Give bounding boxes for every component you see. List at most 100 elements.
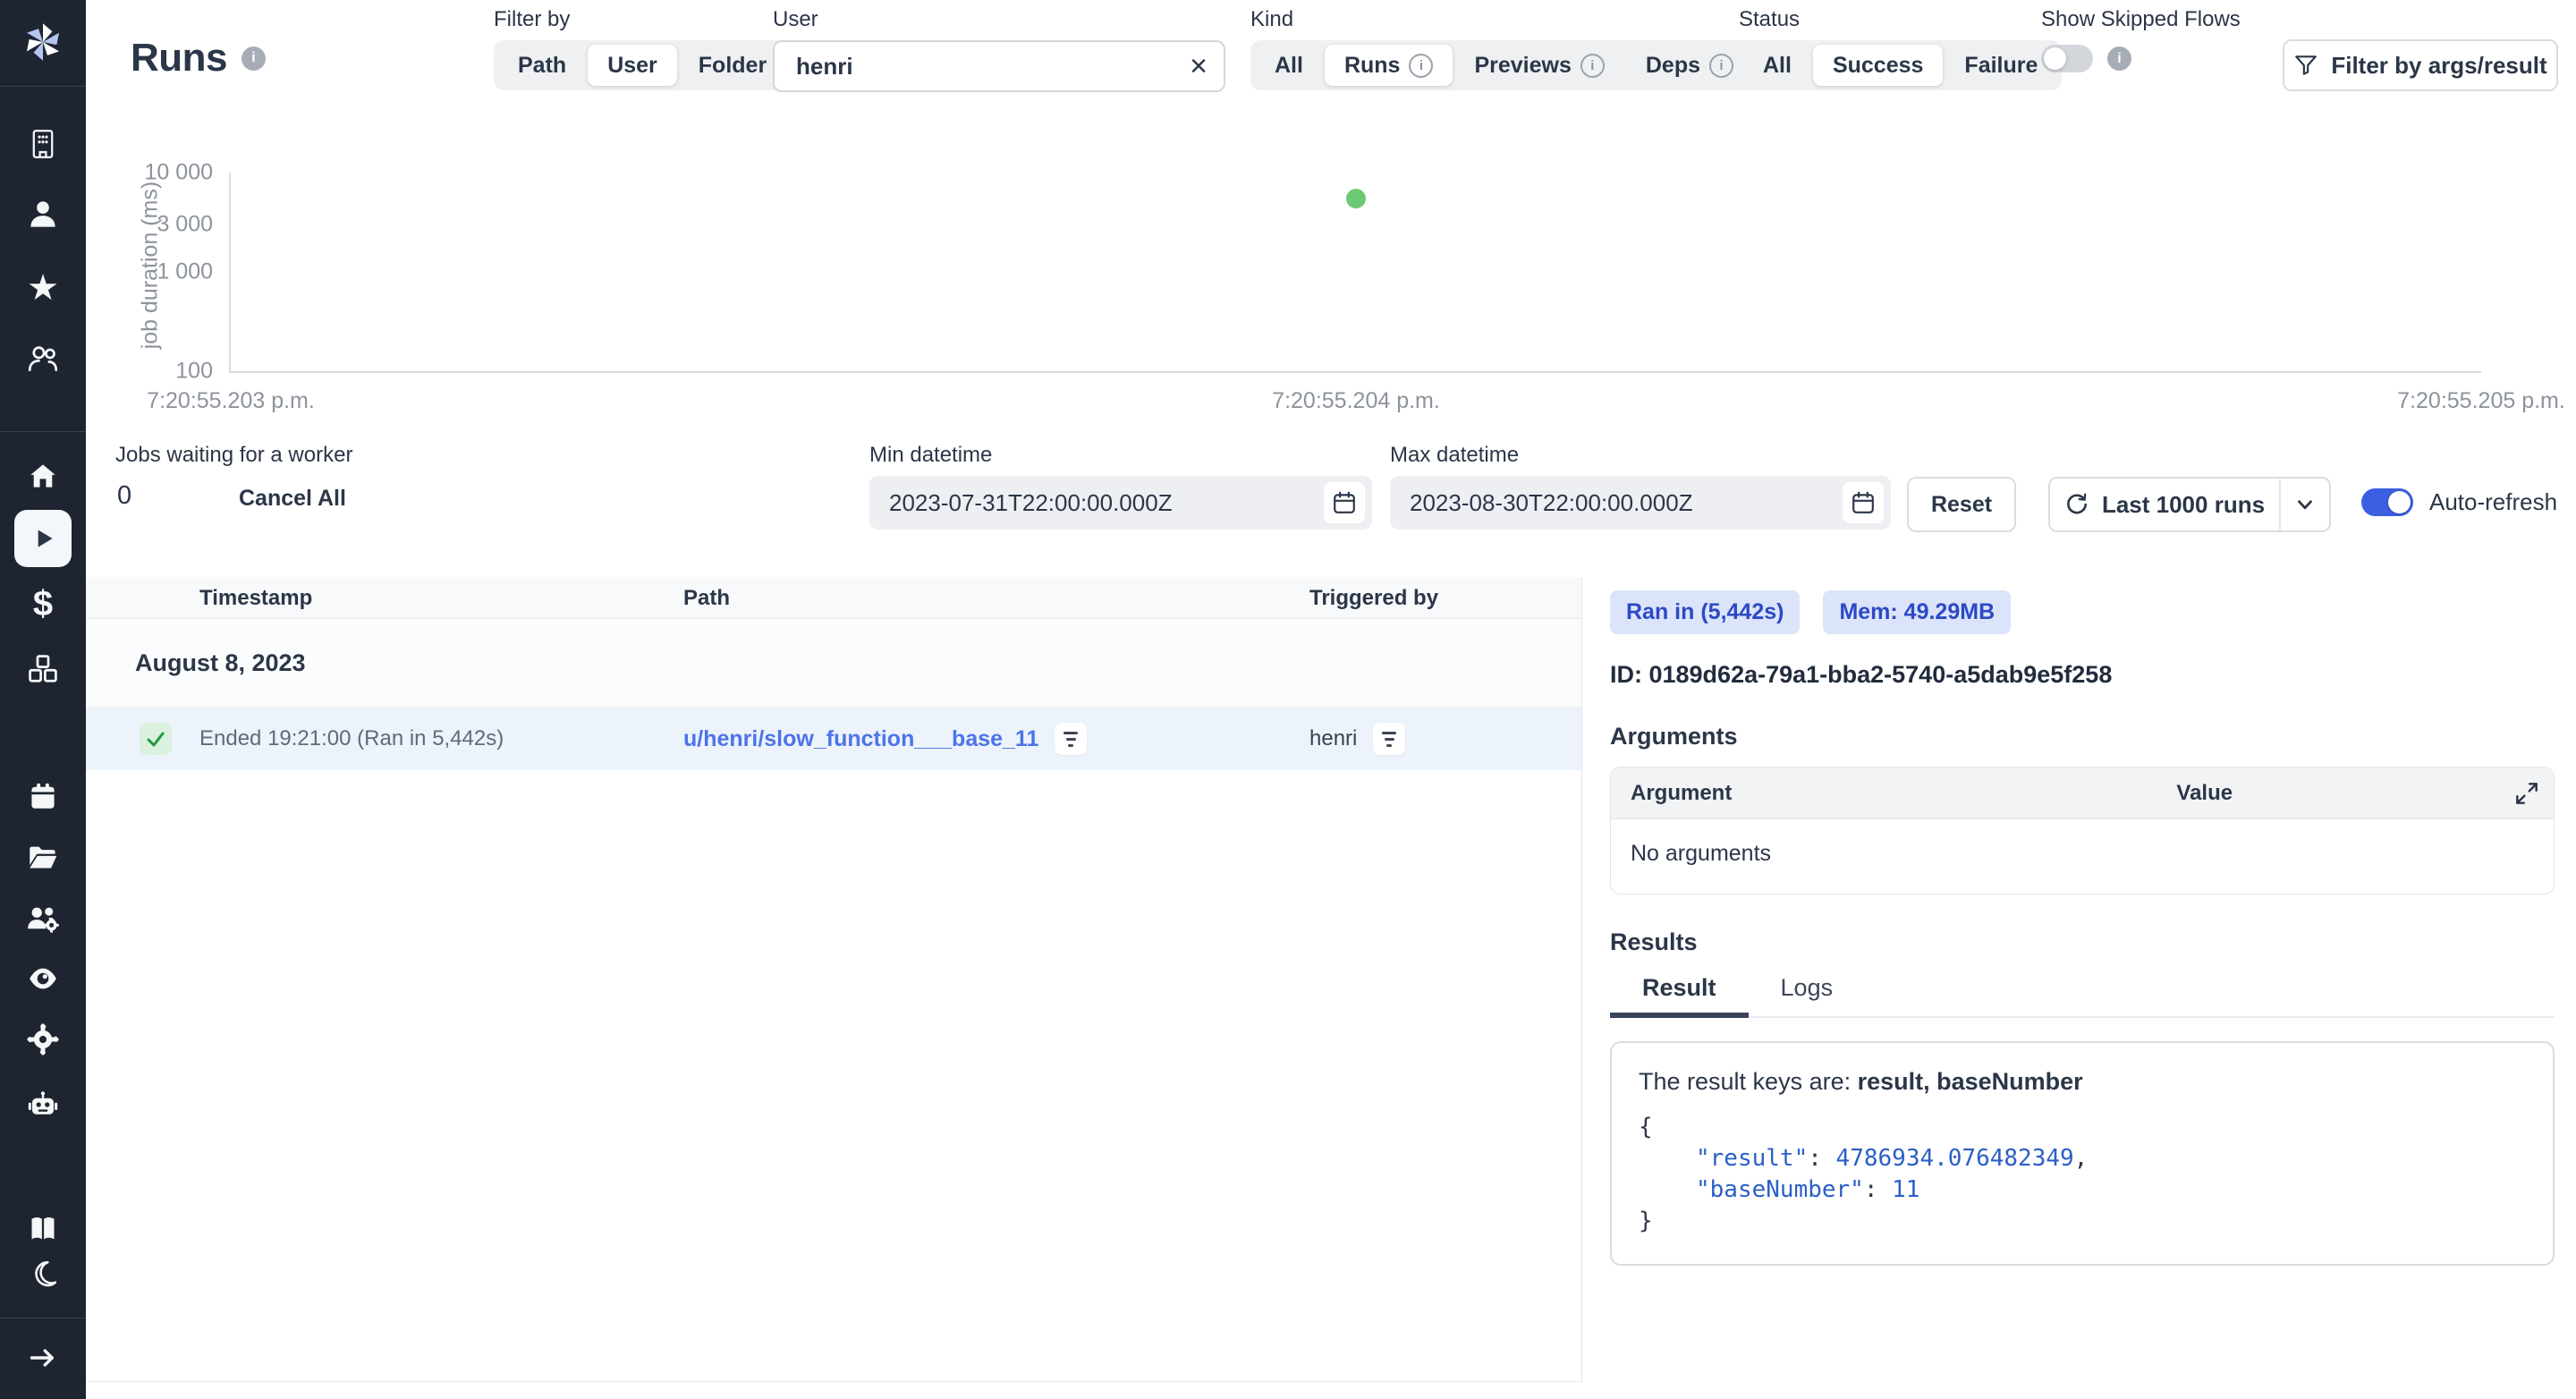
page-title: Runs i bbox=[131, 36, 266, 81]
sidebar-item-settings[interactable] bbox=[0, 1022, 86, 1057]
kind-runs-button[interactable]: Runs i bbox=[1325, 45, 1453, 86]
filter-by-path-icon[interactable] bbox=[1055, 723, 1087, 755]
chart-point[interactable] bbox=[1346, 189, 1366, 208]
kind-group: Kind All Runs i Previews i Deps i bbox=[1250, 7, 1758, 90]
page-title-text: Runs bbox=[131, 36, 227, 81]
sidebar-item-groups[interactable] bbox=[0, 342, 86, 374]
sidebar-item-workers[interactable] bbox=[0, 902, 86, 936]
memory-badge: Mem: 49.29MB bbox=[1823, 590, 2011, 634]
auto-refresh-toggle[interactable] bbox=[2361, 488, 2413, 516]
show-skipped-toggle[interactable] bbox=[2041, 45, 2093, 72]
sidebar-item-theme[interactable] bbox=[0, 1258, 86, 1290]
status-all-button[interactable]: All bbox=[1743, 45, 1811, 86]
results-title: Results bbox=[1610, 928, 2555, 956]
chart-plot-area[interactable]: 10 000 3 000 1 000 100 7:20:55.203 p.m. … bbox=[229, 173, 2481, 373]
min-datetime-group: Min datetime 2023-07-31T22:00:00.000Z bbox=[869, 443, 1372, 530]
sidebar-collapse-button[interactable] bbox=[0, 1340, 86, 1376]
sidebar-item-audit[interactable] bbox=[0, 962, 86, 995]
max-datetime-input[interactable]: 2023-08-30T22:00:00.000Z bbox=[1390, 476, 1891, 530]
run-path-link[interactable]: u/henri/slow_function___base_11 bbox=[683, 726, 1038, 752]
play-icon bbox=[28, 523, 58, 554]
filter-by-group: Filter by Path User Folder bbox=[494, 7, 791, 90]
arrow-right-icon bbox=[28, 1344, 58, 1371]
windmill-logo-icon[interactable] bbox=[0, 16, 86, 68]
status-label: Status bbox=[1739, 7, 2062, 32]
reset-button[interactable]: Reset bbox=[1907, 477, 2016, 532]
kind-deps-label: Deps bbox=[1646, 53, 1700, 79]
runs-duration-chart: job duration (ms) 10 000 3 000 1 000 100… bbox=[86, 154, 2576, 422]
user-label: User bbox=[773, 7, 1225, 32]
user-icon bbox=[29, 199, 57, 230]
jobs-waiting-label: Jobs waiting for a worker bbox=[115, 443, 352, 468]
json-key: "baseNumber" bbox=[1696, 1176, 1864, 1203]
tab-logs[interactable]: Logs bbox=[1749, 974, 1866, 1016]
kind-all-button[interactable]: All bbox=[1255, 45, 1323, 86]
chevron-down-icon bbox=[2292, 492, 2318, 517]
last-runs-menu-button[interactable] bbox=[2279, 479, 2329, 530]
sidebar-item-home[interactable] bbox=[0, 460, 86, 492]
filter-args-result-button[interactable]: Filter by args/result bbox=[2283, 39, 2558, 91]
filter-args-result-label: Filter by args/result bbox=[2331, 52, 2546, 80]
robot-icon bbox=[27, 1090, 59, 1120]
status-group: Status All Success Failure bbox=[1739, 7, 2062, 90]
json-comma: , bbox=[2074, 1145, 2089, 1172]
table-header: Timestamp Path Triggered by bbox=[86, 577, 1581, 619]
expand-icon bbox=[2512, 779, 2541, 808]
run-id: ID: 0189d62a-79a1-bba2-5740-a5dab9e5f258 bbox=[1610, 661, 2555, 689]
user-input[interactable]: henri × bbox=[773, 40, 1225, 92]
kind-previews-button[interactable]: Previews i bbox=[1454, 45, 1623, 86]
funnel-icon bbox=[2293, 53, 2318, 78]
sidebar-item-runs[interactable] bbox=[0, 510, 86, 567]
min-datetime-value: 2023-07-31T22:00:00.000Z bbox=[889, 489, 1324, 517]
filter-by-folder-button[interactable]: Folder bbox=[679, 45, 786, 86]
min-datetime-input[interactable]: 2023-07-31T22:00:00.000Z bbox=[869, 476, 1372, 530]
jobs-waiting-count: 0 bbox=[117, 481, 131, 511]
sidebar-divider bbox=[0, 86, 86, 87]
sidebar-item-ai[interactable] bbox=[0, 1088, 86, 1122]
kind-deps-button[interactable]: Deps i bbox=[1626, 45, 1753, 86]
max-datetime-group: Max datetime 2023-08-30T22:00:00.000Z bbox=[1390, 443, 1891, 530]
table-group-row: August 8, 2023 bbox=[86, 619, 1581, 708]
filter-by-user-icon[interactable] bbox=[1373, 723, 1405, 755]
sidebar-item-user[interactable] bbox=[0, 199, 86, 231]
column-header-timestamp: Timestamp bbox=[199, 577, 312, 619]
status-success-button[interactable]: Success bbox=[1813, 45, 1943, 86]
sidebar-divider bbox=[0, 431, 86, 432]
arguments-empty-state: No arguments bbox=[1611, 819, 2554, 894]
json-colon: : bbox=[1808, 1145, 1835, 1172]
sidebar-item-folders[interactable] bbox=[0, 841, 86, 873]
calendar-icon bbox=[29, 782, 57, 810]
min-datetime-label: Min datetime bbox=[869, 443, 1372, 468]
json-value: 4786934.076482349 bbox=[1836, 1145, 2074, 1172]
clear-icon[interactable]: × bbox=[1190, 51, 1208, 81]
result-summary: The result keys are: result, baseNumber bbox=[1639, 1068, 2526, 1096]
info-icon[interactable]: i bbox=[242, 47, 266, 71]
run-triggered-by: henri bbox=[1309, 726, 1357, 751]
last-runs-label: Last 1000 runs bbox=[2102, 491, 2265, 519]
run-detail-panel: Ran in (5,442s) Mem: 49.29MB ID: 0189d62… bbox=[1610, 590, 2555, 1266]
expand-arguments-button[interactable] bbox=[2512, 779, 2541, 808]
json-row: "baseNumber": 11 bbox=[1639, 1174, 2526, 1206]
sidebar-item-variables[interactable]: $ bbox=[0, 586, 86, 622]
last-runs-button[interactable]: Last 1000 runs bbox=[2050, 491, 2279, 519]
table-row[interactable]: Ended 19:21:00 (Ran in 5,442s) u/henri/s… bbox=[86, 708, 1581, 770]
sidebar-item-schedules[interactable] bbox=[0, 780, 86, 812]
cancel-all-button[interactable]: Cancel All bbox=[239, 486, 346, 512]
cubes-icon bbox=[27, 654, 59, 684]
refresh-icon bbox=[2064, 492, 2089, 517]
filter-by-path-button[interactable]: Path bbox=[498, 45, 586, 86]
show-skipped-label: Show Skipped Flows bbox=[2041, 7, 2241, 32]
x-tick-label: 7:20:55.204 p.m. bbox=[1272, 388, 1440, 414]
sidebar-item-workspace[interactable] bbox=[0, 128, 86, 160]
info-icon[interactable]: i bbox=[2107, 47, 2131, 71]
sidebar-item-resources[interactable] bbox=[0, 652, 86, 686]
filter-by-user-button[interactable]: User bbox=[588, 45, 677, 86]
calendar-picker-icon[interactable] bbox=[1843, 482, 1884, 523]
tab-result[interactable]: Result bbox=[1610, 974, 1749, 1016]
active-item-highlight bbox=[14, 510, 72, 567]
kind-segment: All Runs i Previews i Deps i bbox=[1250, 40, 1758, 90]
calendar-picker-icon[interactable] bbox=[1324, 482, 1365, 523]
sidebar-item-favorites[interactable]: ★ bbox=[0, 271, 86, 305]
sidebar-item-docs[interactable] bbox=[0, 1213, 86, 1245]
json-colon: : bbox=[1864, 1176, 1892, 1203]
